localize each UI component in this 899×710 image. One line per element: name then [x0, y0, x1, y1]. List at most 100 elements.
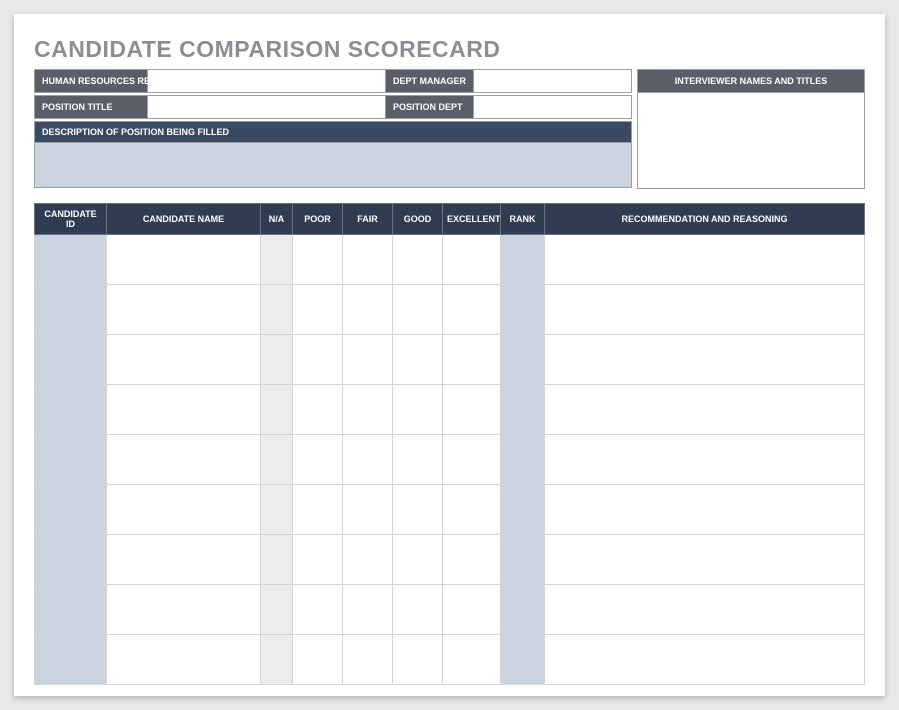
- cell-candidate-id[interactable]: [35, 235, 107, 285]
- value-position-title[interactable]: [148, 96, 386, 118]
- row-hr-dept: HUMAN RESOURCES REP DEPT MANAGER: [34, 69, 632, 93]
- cell-fair[interactable]: [343, 435, 393, 485]
- cell-poor[interactable]: [293, 485, 343, 535]
- cell-rank[interactable]: [501, 585, 545, 635]
- cell-fair[interactable]: [343, 535, 393, 585]
- cell-recommendation[interactable]: [545, 635, 865, 685]
- cell-candidate-id[interactable]: [35, 485, 107, 535]
- cell-candidate-name[interactable]: [107, 385, 261, 435]
- cell-excellent[interactable]: [443, 385, 501, 435]
- cell-candidate-name[interactable]: [107, 235, 261, 285]
- cell-rank[interactable]: [501, 385, 545, 435]
- cell-rank[interactable]: [501, 285, 545, 335]
- cell-good[interactable]: [393, 585, 443, 635]
- cell-excellent[interactable]: [443, 535, 501, 585]
- cell-na[interactable]: [261, 535, 293, 585]
- page-title: CANDIDATE COMPARISON SCORECARD: [34, 36, 865, 63]
- label-hr-rep: HUMAN RESOURCES REP: [35, 70, 148, 92]
- cell-fair[interactable]: [343, 235, 393, 285]
- label-description: DESCRIPTION OF POSITION BEING FILLED: [35, 122, 631, 143]
- label-interviewer: INTERVIEWER NAMES AND TITLES: [638, 70, 864, 93]
- cell-fair[interactable]: [343, 285, 393, 335]
- cell-recommendation[interactable]: [545, 335, 865, 385]
- cell-poor[interactable]: [293, 635, 343, 685]
- cell-rank[interactable]: [501, 235, 545, 285]
- col-candidate-name: CANDIDATE NAME: [107, 204, 261, 235]
- cell-good[interactable]: [393, 335, 443, 385]
- cell-recommendation[interactable]: [545, 435, 865, 485]
- cell-recommendation[interactable]: [545, 585, 865, 635]
- cell-na[interactable]: [261, 435, 293, 485]
- cell-na[interactable]: [261, 335, 293, 385]
- cell-candidate-name[interactable]: [107, 435, 261, 485]
- value-dept-manager[interactable]: [474, 70, 631, 92]
- cell-na[interactable]: [261, 585, 293, 635]
- value-description[interactable]: [35, 143, 631, 187]
- cell-na[interactable]: [261, 385, 293, 435]
- cell-excellent[interactable]: [443, 435, 501, 485]
- value-position-dept[interactable]: [474, 96, 631, 118]
- cell-poor[interactable]: [293, 385, 343, 435]
- cell-recommendation[interactable]: [545, 485, 865, 535]
- cell-na[interactable]: [261, 635, 293, 685]
- cell-candidate-name[interactable]: [107, 585, 261, 635]
- cell-recommendation[interactable]: [545, 235, 865, 285]
- table-row: [35, 585, 865, 635]
- cell-fair[interactable]: [343, 335, 393, 385]
- cell-candidate-id[interactable]: [35, 335, 107, 385]
- cell-candidate-id[interactable]: [35, 435, 107, 485]
- cell-fair[interactable]: [343, 585, 393, 635]
- cell-good[interactable]: [393, 435, 443, 485]
- cell-good[interactable]: [393, 485, 443, 535]
- cell-fair[interactable]: [343, 385, 393, 435]
- cell-candidate-id[interactable]: [35, 535, 107, 585]
- cell-fair[interactable]: [343, 485, 393, 535]
- cell-poor[interactable]: [293, 285, 343, 335]
- col-rank: RANK: [501, 204, 545, 235]
- table-row: [35, 485, 865, 535]
- cell-poor[interactable]: [293, 535, 343, 585]
- cell-candidate-name[interactable]: [107, 485, 261, 535]
- col-candidate-id: CANDIDATE ID: [35, 204, 107, 235]
- cell-rank[interactable]: [501, 335, 545, 385]
- table-row: [35, 435, 865, 485]
- cell-na[interactable]: [261, 285, 293, 335]
- cell-recommendation[interactable]: [545, 285, 865, 335]
- cell-good[interactable]: [393, 385, 443, 435]
- cell-rank[interactable]: [501, 535, 545, 585]
- cell-good[interactable]: [393, 235, 443, 285]
- cell-good[interactable]: [393, 285, 443, 335]
- cell-candidate-name[interactable]: [107, 285, 261, 335]
- value-hr-rep[interactable]: [148, 70, 386, 92]
- cell-excellent[interactable]: [443, 235, 501, 285]
- cell-recommendation[interactable]: [545, 535, 865, 585]
- cell-poor[interactable]: [293, 435, 343, 485]
- cell-excellent[interactable]: [443, 585, 501, 635]
- value-interviewer[interactable]: [638, 93, 864, 188]
- cell-excellent[interactable]: [443, 285, 501, 335]
- cell-recommendation[interactable]: [545, 385, 865, 435]
- cell-candidate-name[interactable]: [107, 635, 261, 685]
- cell-good[interactable]: [393, 635, 443, 685]
- cell-poor[interactable]: [293, 585, 343, 635]
- cell-candidate-name[interactable]: [107, 335, 261, 385]
- col-excellent: EXCELLENT: [443, 204, 501, 235]
- cell-candidate-id[interactable]: [35, 585, 107, 635]
- interviewer-box: INTERVIEWER NAMES AND TITLES: [637, 69, 865, 189]
- cell-rank[interactable]: [501, 435, 545, 485]
- cell-candidate-id[interactable]: [35, 635, 107, 685]
- cell-na[interactable]: [261, 485, 293, 535]
- cell-good[interactable]: [393, 535, 443, 585]
- cell-fair[interactable]: [343, 635, 393, 685]
- cell-candidate-id[interactable]: [35, 285, 107, 335]
- cell-excellent[interactable]: [443, 635, 501, 685]
- cell-poor[interactable]: [293, 335, 343, 385]
- cell-rank[interactable]: [501, 635, 545, 685]
- cell-candidate-name[interactable]: [107, 535, 261, 585]
- cell-excellent[interactable]: [443, 335, 501, 385]
- cell-na[interactable]: [261, 235, 293, 285]
- cell-rank[interactable]: [501, 485, 545, 535]
- cell-poor[interactable]: [293, 235, 343, 285]
- cell-candidate-id[interactable]: [35, 385, 107, 435]
- cell-excellent[interactable]: [443, 485, 501, 535]
